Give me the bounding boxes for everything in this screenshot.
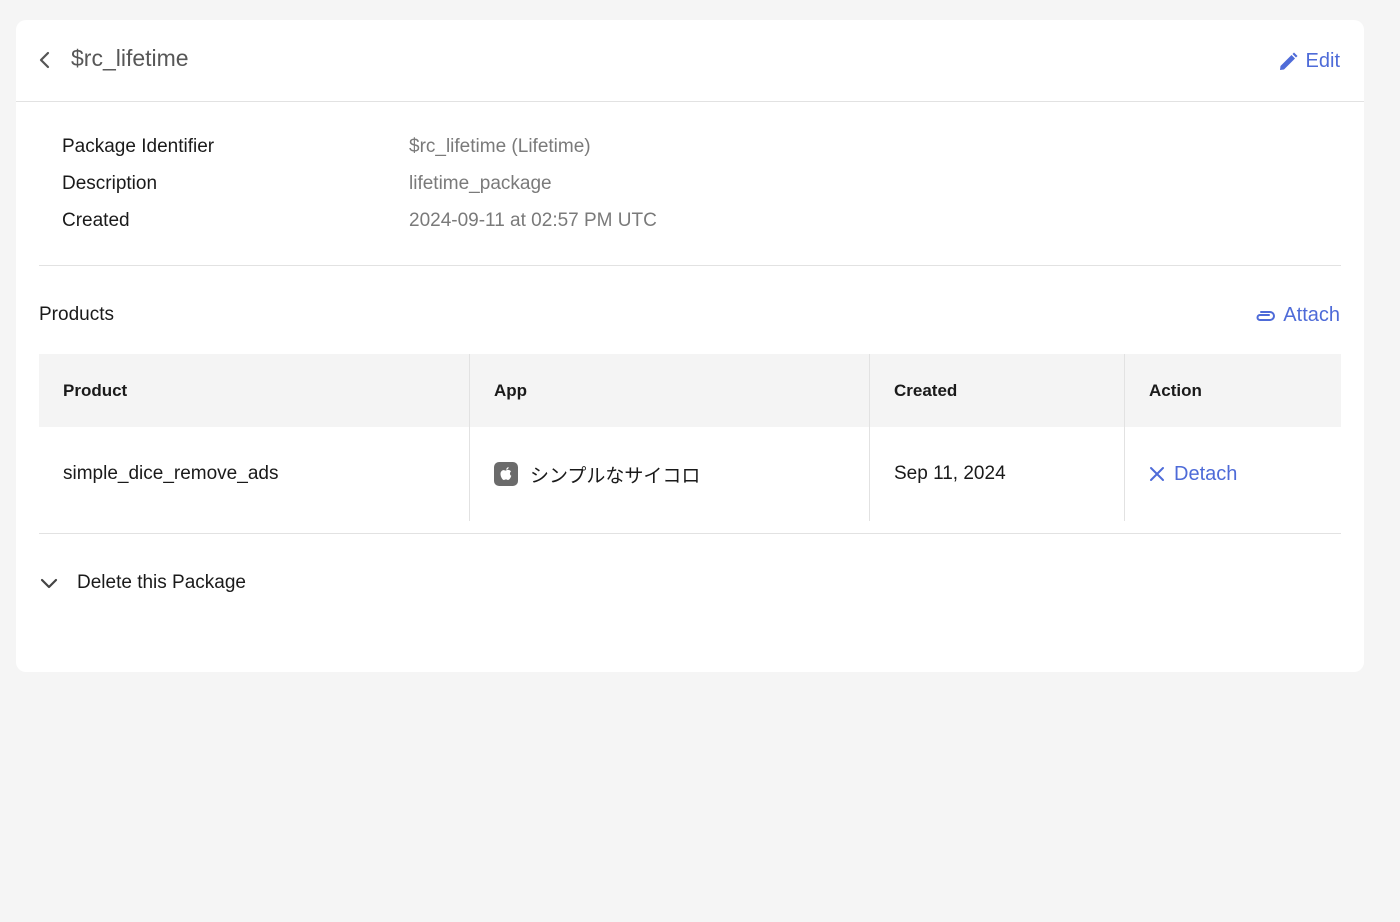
detail-label: Description	[62, 172, 158, 194]
chevron-left-icon	[39, 51, 50, 69]
column-header-app: App	[469, 354, 869, 427]
app-cell: シンプルなサイコロ	[469, 427, 869, 521]
column-header-action: Action	[1124, 354, 1341, 427]
divider	[39, 265, 1341, 266]
products-heading: Products	[39, 304, 114, 325]
package-card: $rc_lifetime Edit Package Identifier $rc…	[16, 20, 1364, 672]
close-icon	[1150, 467, 1164, 481]
detail-row-identifier: Package Identifier $rc_lifetime (Lifetim…	[62, 128, 657, 165]
product-cell: simple_dice_remove_ads	[63, 463, 279, 484]
detail-value: 2024-09-11 at 02:57 PM UTC	[409, 209, 657, 231]
table-header: Product App Created Action	[39, 354, 1341, 427]
column-header-created: Created	[869, 354, 1124, 427]
edit-button[interactable]: Edit	[1278, 50, 1340, 73]
app-name: シンプルなサイコロ	[530, 465, 701, 487]
attach-button[interactable]: Attach	[1255, 304, 1340, 327]
chevron-down-icon	[40, 578, 58, 589]
pencil-icon	[1279, 52, 1298, 70]
detach-button[interactable]: Detach	[1149, 463, 1237, 486]
delete-package-label: Delete this Package	[77, 572, 246, 593]
detail-label: Package Identifier	[62, 135, 215, 157]
created-cell: Sep 11, 2024	[869, 427, 1124, 521]
detail-label: Created	[62, 209, 130, 231]
divider	[39, 533, 1341, 534]
detail-value: $rc_lifetime (Lifetime)	[409, 135, 591, 157]
page-title: $rc_lifetime	[71, 45, 189, 71]
detail-row-description: Description lifetime_package	[62, 165, 657, 202]
card-header: $rc_lifetime Edit	[16, 20, 1364, 102]
column-header-product: Product	[63, 380, 128, 400]
detail-row-created: Created 2024-09-11 at 02:57 PM UTC	[62, 202, 657, 239]
delete-package-toggle[interactable]: Delete this Package	[39, 572, 246, 594]
back-button[interactable]	[34, 46, 56, 74]
apple-icon	[494, 462, 518, 486]
attach-label: Attach	[1283, 304, 1340, 326]
edit-label: Edit	[1305, 50, 1340, 72]
paperclip-icon	[1256, 310, 1276, 321]
detach-label: Detach	[1174, 462, 1238, 485]
action-cell: Detach	[1124, 427, 1341, 521]
detail-value: lifetime_package	[409, 172, 552, 194]
package-details: Package Identifier $rc_lifetime (Lifetim…	[62, 128, 657, 239]
table-row: simple_dice_remove_ads シンプルなサイコロ Sep 11,…	[39, 427, 1341, 521]
products-table: Product App Created Action simple_dice_r…	[39, 354, 1341, 521]
